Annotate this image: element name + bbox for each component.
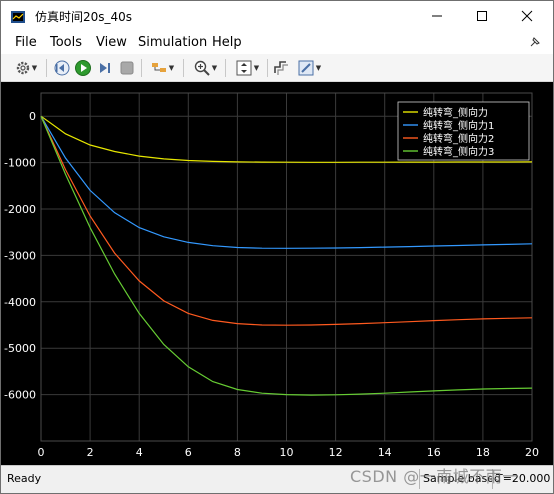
signal-icon	[274, 61, 288, 75]
legend-label: 纯转弯_侧向力1	[423, 119, 494, 132]
y-tick-label: -4000	[4, 296, 36, 309]
autoscale-icon	[236, 60, 252, 76]
menu-file[interactable]: File	[15, 35, 37, 50]
edit-button[interactable]: ▼	[293, 58, 325, 78]
maximize-icon	[477, 11, 487, 21]
edit-icon	[298, 60, 314, 76]
x-tick-label: 0	[38, 446, 45, 459]
menu-simulation[interactable]: Simulation	[138, 35, 207, 50]
legend-label: 纯转弯_侧向力2	[423, 132, 494, 145]
x-tick-label: 10	[280, 446, 294, 459]
line-chart: 0 2 4 6 8 10 12 14 16 18 20 0 -1000 -2000 -3000 -4000 -5…	[4, 92, 539, 459]
pin-icon[interactable]	[528, 35, 542, 49]
scope-app-icon	[11, 11, 25, 23]
x-tick-label: 2	[87, 446, 94, 459]
settings-button[interactable]: ▼	[9, 58, 43, 78]
scope-display[interactable]: 0 2 4 6 8 10 12 14 16 18 20 0 -1000 -2000 -3000 -4000 -5…	[1, 82, 553, 465]
legend-label: 纯转弯_侧向力3	[423, 145, 494, 158]
watermark: CSDN @一南城不雨一	[350, 467, 519, 486]
step-forward-icon	[100, 63, 110, 73]
highlight-icon	[151, 63, 166, 72]
legend-label: 纯转弯_侧向力	[423, 106, 488, 119]
maximize-button[interactable]	[460, 1, 504, 31]
highlight-button[interactable]: ▼	[146, 58, 178, 78]
zoom-in-icon	[194, 60, 210, 76]
autoscale-button[interactable]: ▼	[231, 58, 263, 78]
minimize-button[interactable]	[415, 1, 459, 31]
menu-help[interactable]: Help	[212, 35, 242, 50]
x-tick-label: 16	[427, 446, 441, 459]
y-tick-label: -3000	[4, 249, 36, 262]
y-tick-label: 0	[29, 110, 36, 123]
menu-tools[interactable]: Tools	[50, 35, 82, 50]
minimize-icon	[432, 15, 442, 17]
stop-icon	[120, 61, 134, 75]
menu-bar: File Tools View Simulation Help	[1, 32, 553, 54]
close-button[interactable]	[505, 1, 549, 31]
signal-button[interactable]	[271, 58, 291, 78]
window-title: 仿真时间20s_40s	[35, 10, 133, 24]
x-tick-label: 8	[234, 446, 241, 459]
x-tick-label: 18	[476, 446, 490, 459]
x-tick-label: 4	[136, 446, 143, 459]
x-tick-label: 6	[185, 446, 192, 459]
run-icon	[75, 60, 91, 76]
x-tick-label: 12	[329, 446, 343, 459]
x-tick-label: 14	[378, 446, 392, 459]
y-tick-label: -2000	[4, 203, 36, 216]
y-tick-label: -5000	[4, 342, 36, 355]
step-back-icon	[54, 60, 70, 76]
menu-view[interactable]: View	[96, 35, 127, 50]
toolbar: ▼ ▼ ▼ ▼ ▼	[1, 54, 553, 82]
y-tick-label: -1000	[4, 157, 36, 170]
settings-icon	[16, 61, 29, 75]
run-button[interactable]	[73, 58, 93, 78]
scope-window: 仿真时间20s_40s File Tools View Simulation H…	[0, 0, 554, 494]
y-tick-label: -6000	[4, 389, 36, 402]
title-bar[interactable]: 仿真时间20s_40s	[1, 1, 553, 32]
stop-button[interactable]	[117, 58, 137, 78]
step-back-button[interactable]	[51, 58, 71, 78]
step-forward-button[interactable]	[95, 58, 115, 78]
x-tick-label: 20	[525, 446, 539, 459]
close-icon	[521, 10, 533, 22]
status-ready: Ready	[7, 472, 42, 485]
zoom-button[interactable]: ▼	[189, 58, 221, 78]
